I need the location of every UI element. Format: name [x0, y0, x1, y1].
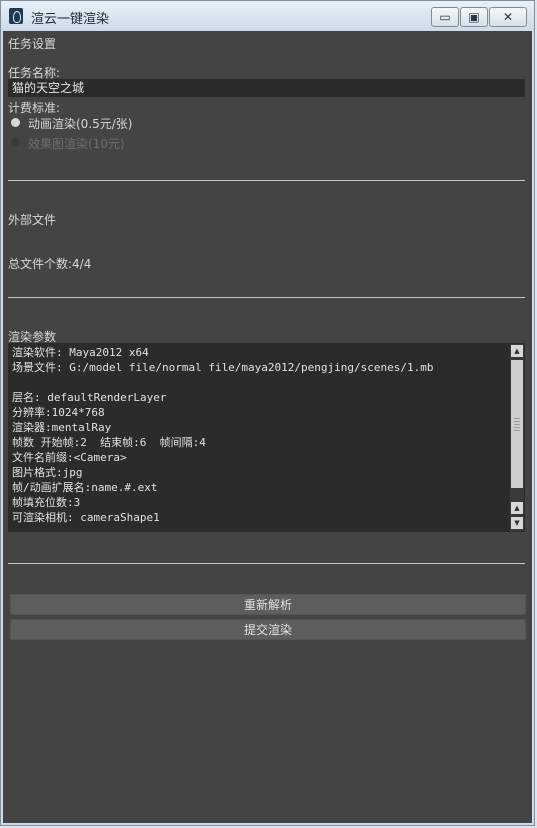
param-line: 图片格式:jpg — [12, 466, 83, 479]
divider — [8, 297, 525, 298]
scroll-down-icon[interactable]: ▼ — [511, 517, 523, 529]
submit-render-button[interactable]: 提交渲染 — [10, 619, 526, 640]
grip-icon — [514, 418, 520, 432]
render-params-content: 渲染软件: Maya2012 x64 场景文件: G:/model file/no… — [12, 345, 502, 525]
vertical-scrollbar[interactable]: ▲ ▲ ▼ — [510, 344, 524, 531]
total-files-count: 总文件个数:4/4 — [8, 257, 92, 271]
param-line: 帧数 开始帧:2 结束帧:6 帧间隔:4 — [12, 436, 206, 449]
app-window: 渲云一键渲染 ▭ ▣ ✕ 任务设置 任务名称: 计费标准: 动画渲染(0.5元/… — [0, 0, 535, 826]
radio-selected-icon[interactable] — [11, 118, 20, 127]
close-button[interactable]: ✕ — [489, 7, 527, 27]
reparse-button[interactable]: 重新解析 — [10, 594, 526, 615]
param-line — [12, 375, 502, 390]
billing-label: 计费标准: — [8, 101, 61, 115]
scroll-thumb[interactable] — [511, 360, 523, 488]
task-settings-heading: 任务设置 — [8, 37, 57, 51]
minimize-button[interactable]: ▭ — [431, 7, 459, 27]
param-line: 分辨率:1024*768 — [12, 406, 105, 419]
scroll-up-icon[interactable]: ▲ — [511, 502, 523, 514]
param-line: 渲染器:mentalRay — [12, 421, 112, 434]
radio-disabled-icon — [11, 138, 20, 147]
external-files-heading: 外部文件 — [8, 213, 57, 227]
param-line: 渲染软件: Maya2012 x64 — [12, 346, 149, 359]
title-bar[interactable]: 渲云一键渲染 ▭ ▣ ✕ — [1, 1, 534, 31]
billing-option-label: 效果图渲染(10元) — [28, 137, 125, 151]
main-panel: 任务设置 任务名称: 计费标准: 动画渲染(0.5元/张) 效果图渲染(10元)… — [3, 31, 532, 823]
param-line: 可渲染相机: cameraShape1 — [12, 511, 160, 524]
divider — [8, 563, 525, 564]
divider — [8, 180, 525, 181]
maximize-button[interactable]: ▣ — [460, 7, 488, 27]
billing-option-label: 动画渲染(0.5元/张) — [28, 117, 133, 131]
app-icon — [9, 8, 23, 24]
param-line: 场景文件: G:/model file/normal file/maya2012… — [12, 361, 434, 374]
render-params-textarea[interactable]: 渲染软件: Maya2012 x64 场景文件: G:/model file/no… — [8, 343, 525, 532]
param-line: 文件名前缀:<Camera> — [12, 451, 127, 464]
param-line: 帧填充位数:3 — [12, 496, 81, 509]
task-name-input[interactable] — [8, 79, 525, 97]
param-line: 层名: defaultRenderLayer — [12, 391, 167, 404]
param-line: 帧/动画扩展名:name.#.ext — [12, 481, 158, 494]
scroll-up-icon[interactable]: ▲ — [511, 345, 523, 357]
window-title: 渲云一键渲染 — [31, 11, 110, 26]
